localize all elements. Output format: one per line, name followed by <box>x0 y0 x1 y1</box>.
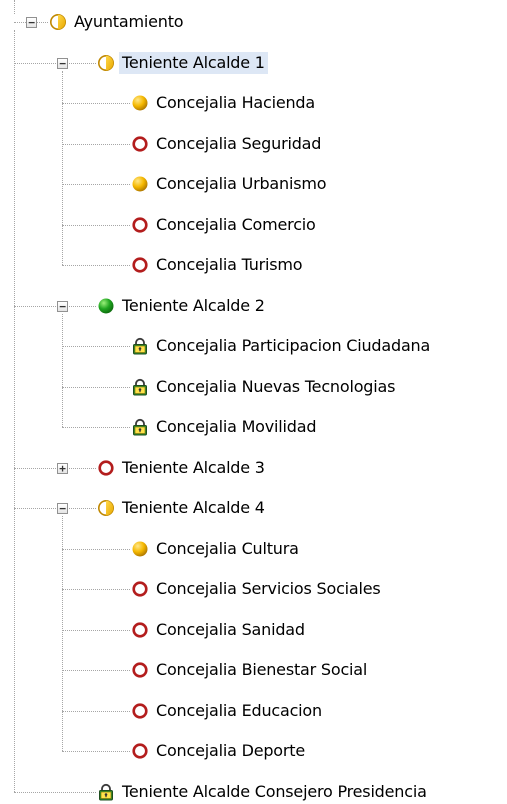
tree-node-label: Concejalia Deporte <box>156 741 305 760</box>
tree-node-label: Concejalia Participacion Ciudadana <box>156 336 431 355</box>
half-status-icon <box>97 54 115 72</box>
red-ring-status-icon <box>97 459 115 477</box>
tree-connector <box>62 144 130 145</box>
plus-icon: + <box>59 462 66 475</box>
tree-node[interactable]: Concejalia Hacienda <box>131 91 318 115</box>
lock-icon <box>131 378 149 396</box>
tree-connector <box>14 63 96 64</box>
minus-icon: − <box>59 57 66 70</box>
tree-connector <box>14 792 96 793</box>
tree-connector <box>14 508 96 509</box>
tree-guide <box>14 30 15 792</box>
expand-toggle[interactable]: + <box>57 463 68 474</box>
tree-node[interactable]: Concejalia Cultura <box>131 537 302 561</box>
yellow-status-icon <box>131 540 149 558</box>
tree-node-label: Concejalia Sanidad <box>156 619 305 639</box>
red-ring-status-icon <box>131 256 149 274</box>
tree-connector <box>62 265 130 266</box>
tree-connector <box>62 387 130 388</box>
tree-node-label: Concejalia Nuevas Tecnologias <box>156 376 396 396</box>
tree-connector <box>62 346 130 347</box>
tree-guide <box>62 516 63 751</box>
collapse-toggle[interactable]: − <box>57 301 68 312</box>
tree-connector <box>62 751 130 752</box>
red-ring-status-icon <box>131 216 149 234</box>
tree-connector <box>62 670 130 671</box>
minus-icon: − <box>59 502 66 515</box>
tree-node-label: Concejalia Hacienda <box>156 93 315 112</box>
tree-node[interactable]: Concejalia Movilidad <box>131 415 319 439</box>
tree-node[interactable]: Ayuntamiento <box>49 10 186 34</box>
tree-node-label: Ayuntamiento <box>74 12 184 31</box>
tree-connector <box>62 549 130 550</box>
half-status-icon <box>49 13 67 31</box>
tree-connector <box>62 589 130 590</box>
red-ring-status-icon <box>131 742 149 760</box>
tree-guide <box>62 313 63 427</box>
tree-node-label: Teniente Alcalde 3 <box>122 457 265 477</box>
red-ring-status-icon <box>131 621 149 639</box>
half-status-icon <box>97 499 115 517</box>
tree-node[interactable]: Concejalia Bienestar Social <box>131 658 370 682</box>
tree-node[interactable]: Concejalia Sanidad <box>131 618 308 642</box>
lock-icon <box>131 418 149 436</box>
tree-node-label: Concejalia Servicios Sociales <box>156 579 381 598</box>
tree-node-label: Teniente Alcalde Consejero Presidencia <box>122 781 427 801</box>
tree-node-label: Teniente Alcalde 2 <box>122 295 265 315</box>
tree-node[interactable]: Concejalia Seguridad <box>131 132 324 156</box>
tree-node[interactable]: Concejalia Urbanismo <box>131 172 329 196</box>
minus-icon: − <box>59 300 66 313</box>
tree-node[interactable]: Concejalia Nuevas Tecnologias <box>131 375 398 399</box>
tree-node-label: Concejalia Movilidad <box>156 417 317 436</box>
lock-icon <box>131 337 149 355</box>
tree-node[interactable]: Concejalia Participacion Ciudadana <box>131 334 433 358</box>
tree-node[interactable]: Concejalia Servicios Sociales <box>131 577 384 601</box>
tree-node[interactable]: Concejalia Comercio <box>131 213 319 237</box>
tree-node[interactable]: Concejalia Deporte <box>131 739 308 763</box>
tree-connector <box>62 103 130 104</box>
tree-connector <box>14 468 96 469</box>
tree-node[interactable]: Teniente Alcalde 1 <box>97 51 268 75</box>
minus-icon: − <box>28 16 35 29</box>
tree-node-label: Concejalia Urbanismo <box>156 174 327 193</box>
tree-connector <box>62 184 130 185</box>
red-ring-status-icon <box>131 661 149 679</box>
red-ring-status-icon <box>131 580 149 598</box>
tree-node-label: Concejalia Bienestar Social <box>156 660 368 679</box>
tree-node[interactable]: Concejalia Turismo <box>131 253 305 277</box>
collapse-toggle[interactable]: − <box>57 503 68 514</box>
tree-node-label: Concejalia Seguridad <box>156 133 322 153</box>
tree-view: Ayuntamiento − Teniente Alcalde 1 − Concejal… <box>0 0 507 801</box>
tree-guide <box>14 0 15 14</box>
tree-node-label: Concejalia Educacion <box>156 700 322 720</box>
tree-node[interactable]: Teniente Alcalde 3 <box>97 456 268 480</box>
tree-node[interactable]: Concejalia Educacion <box>131 699 325 723</box>
tree-node-label: Concejalia Cultura <box>156 538 299 558</box>
tree-connector <box>62 630 130 631</box>
yellow-status-icon <box>131 94 149 112</box>
tree-node-label: Concejalia Turismo <box>156 255 303 274</box>
red-ring-status-icon <box>131 702 149 720</box>
tree-connector <box>14 306 96 307</box>
tree-node[interactable]: Teniente Alcalde 4 <box>97 496 268 520</box>
tree-node-label: Teniente Alcalde 4 <box>122 498 265 517</box>
tree-node-label: Concejalia Comercio <box>156 214 316 234</box>
tree-connector <box>62 711 130 712</box>
tree-connector <box>62 225 130 226</box>
yellow-status-icon <box>131 175 149 193</box>
collapse-toggle[interactable]: − <box>26 17 37 28</box>
collapse-toggle[interactable]: − <box>57 58 68 69</box>
tree-node-label: Teniente Alcalde 1 <box>119 51 268 74</box>
tree-guide <box>62 70 63 265</box>
lock-icon <box>97 783 115 801</box>
red-ring-status-icon <box>131 135 149 153</box>
tree-connector <box>62 427 130 428</box>
tree-node[interactable]: Teniente Alcalde Consejero Presidencia <box>97 780 430 804</box>
tree-node[interactable]: Teniente Alcalde 2 <box>97 294 268 318</box>
green-status-icon <box>97 297 115 315</box>
